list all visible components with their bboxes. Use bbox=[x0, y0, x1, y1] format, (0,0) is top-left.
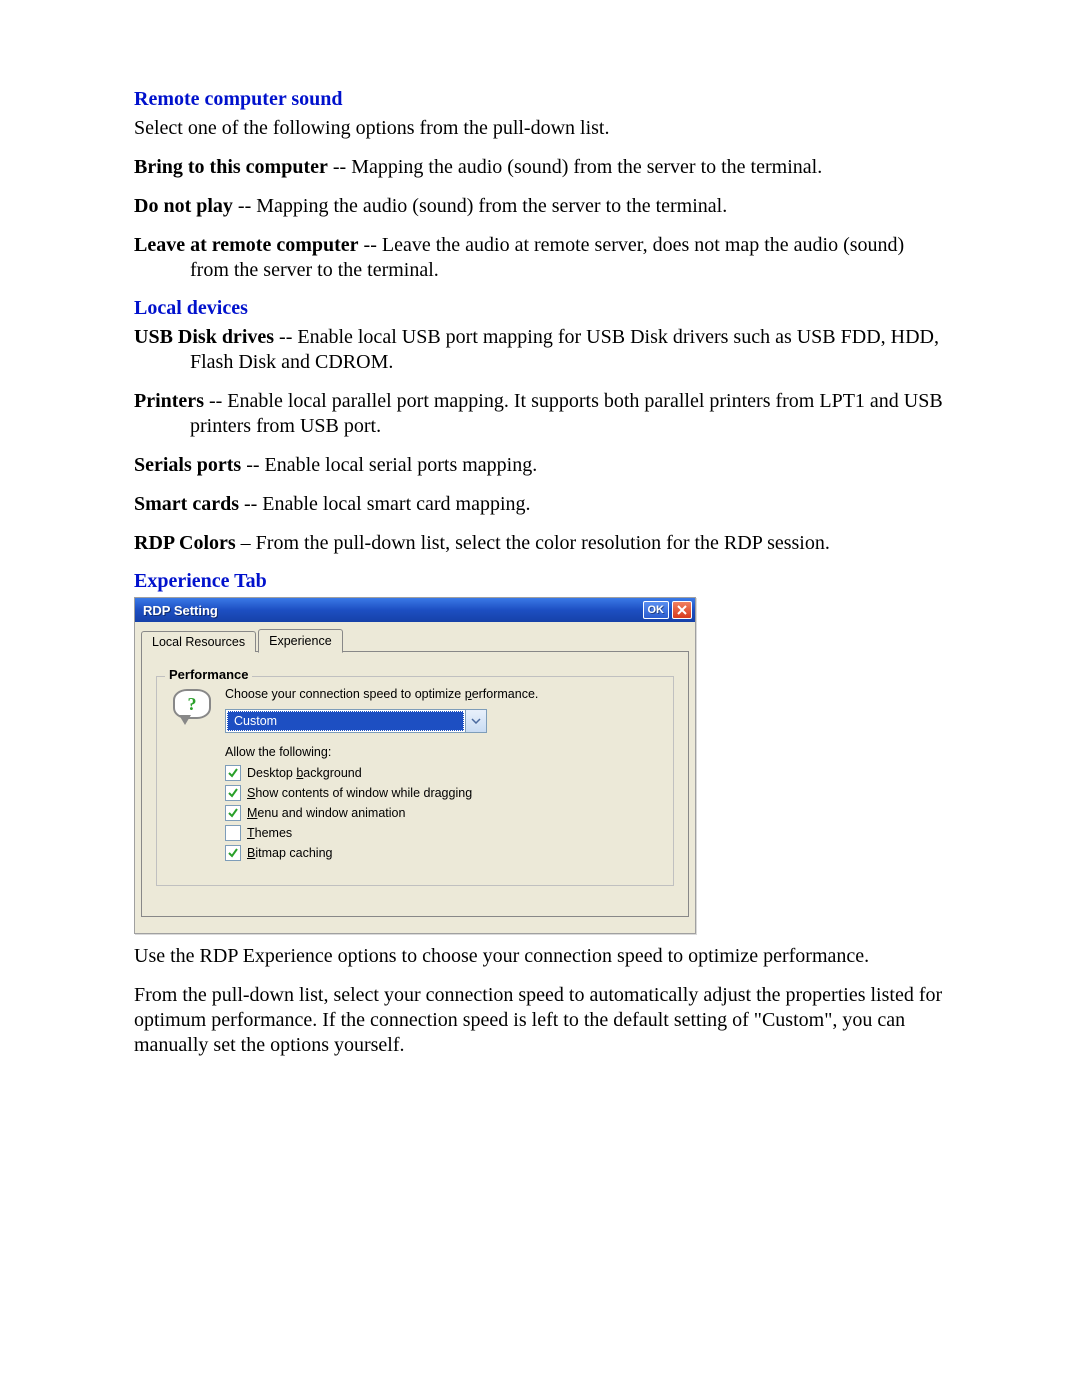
definition-item: Printers -- Enable local parallel port m… bbox=[134, 389, 946, 439]
definition-item: Do not play -- Mapping the audio (sound)… bbox=[134, 194, 946, 219]
definition-term: Bring to this computer bbox=[134, 156, 328, 178]
checkbox-row: Show contents of window while dragging bbox=[225, 785, 659, 801]
chevron-down-icon[interactable] bbox=[465, 710, 486, 732]
close-icon bbox=[677, 605, 687, 615]
dialog-titlebar: RDP Setting OK bbox=[135, 598, 695, 622]
tab-strip: Local Resources Experience bbox=[141, 628, 689, 652]
definition-term: Smart cards bbox=[134, 493, 239, 515]
checkbox-label: Themes bbox=[247, 826, 292, 840]
dialog-title: RDP Setting bbox=[143, 603, 640, 618]
heading-remote-sound: Remote computer sound bbox=[134, 88, 946, 111]
checkbox[interactable] bbox=[225, 825, 241, 841]
connection-speed-dropdown[interactable]: Custom bbox=[225, 709, 487, 733]
checkbox-label: Desktop background bbox=[247, 766, 362, 780]
definition-term: Printers bbox=[134, 390, 204, 412]
experience-post-1: Use the RDP Experience options to choose… bbox=[134, 944, 946, 969]
tab-pane-experience: Performance ? Choose your connection spe… bbox=[141, 651, 689, 917]
definition-term: Serials ports bbox=[134, 454, 241, 476]
checkbox-label: Bitmap caching bbox=[247, 846, 332, 860]
definition-term: USB Disk drives bbox=[134, 326, 274, 348]
definition-item: Smart cards -- Enable local smart card m… bbox=[134, 492, 946, 517]
checkbox[interactable] bbox=[225, 845, 241, 861]
checkbox-label: Show contents of window while dragging bbox=[247, 786, 472, 800]
checkbox[interactable] bbox=[225, 805, 241, 821]
heading-experience-tab: Experience Tab bbox=[134, 570, 946, 593]
remote-sound-intro: Select one of the following options from… bbox=[134, 116, 946, 141]
dropdown-selected-value: Custom bbox=[227, 711, 464, 731]
close-button[interactable] bbox=[672, 601, 692, 619]
experience-post-2: From the pull-down list, select your con… bbox=[134, 983, 946, 1058]
performance-legend: Performance bbox=[165, 667, 252, 682]
definition-term: Leave at remote computer bbox=[134, 234, 359, 256]
definition-term: Do not play bbox=[134, 195, 233, 217]
definition-item: Serials ports -- Enable local serial por… bbox=[134, 453, 946, 478]
definition-item: Leave at remote computer -- Leave the au… bbox=[134, 233, 946, 283]
checkbox[interactable] bbox=[225, 765, 241, 781]
performance-fieldset: Performance ? Choose your connection spe… bbox=[156, 676, 674, 886]
help-icon: ? bbox=[171, 689, 211, 725]
tab-local-resources[interactable]: Local Resources bbox=[141, 631, 256, 652]
tab-experience[interactable]: Experience bbox=[258, 629, 343, 653]
checkbox[interactable] bbox=[225, 785, 241, 801]
allow-label: Allow the following: bbox=[225, 745, 659, 759]
connection-speed-instruction: Choose your connection speed to optimize… bbox=[225, 687, 659, 701]
checkbox-row: Bitmap caching bbox=[225, 845, 659, 861]
definition-item: RDP Colors – From the pull-down list, se… bbox=[134, 531, 946, 556]
definition-item: USB Disk drives -- Enable local USB port… bbox=[134, 325, 946, 375]
checkbox-row: Menu and window animation bbox=[225, 805, 659, 821]
rdp-setting-dialog: RDP Setting OK Local Resources Experienc… bbox=[134, 597, 696, 934]
checkbox-row: Desktop background bbox=[225, 765, 659, 781]
checkbox-label: Menu and window animation bbox=[247, 806, 405, 820]
definition-item: Bring to this computer -- Mapping the au… bbox=[134, 155, 946, 180]
ok-button[interactable]: OK bbox=[643, 601, 670, 619]
heading-local-devices: Local devices bbox=[134, 297, 946, 320]
checkbox-row: Themes bbox=[225, 825, 659, 841]
definition-term: RDP Colors bbox=[134, 532, 236, 554]
